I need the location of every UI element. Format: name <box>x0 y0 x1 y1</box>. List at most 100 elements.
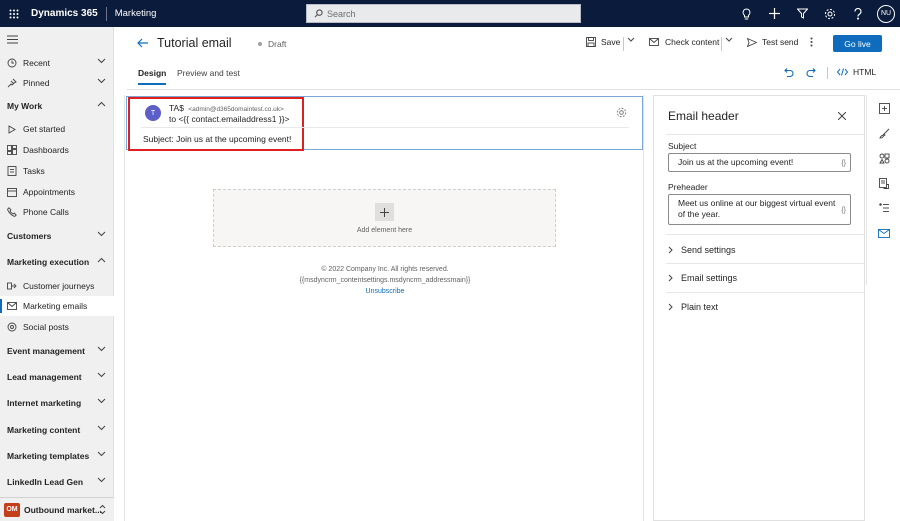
sidebar-group-event-management[interactable]: Event management <box>0 341 114 361</box>
tab-preview-and-test[interactable]: Preview and test <box>177 68 240 78</box>
hamburger-icon[interactable] <box>7 35 18 44</box>
sidebar-hamburger[interactable] <box>0 29 114 49</box>
tasks-icon <box>7 166 17 176</box>
close-icon[interactable] <box>838 112 846 120</box>
personalize-icon[interactable]: {} <box>841 158 846 169</box>
chevron-down-icon[interactable] <box>97 58 106 64</box>
sidebar-item-tasks[interactable]: Tasks <box>0 161 114 181</box>
plain-text-expander[interactable]: Plain text <box>668 302 718 312</box>
panel-divider <box>666 263 864 264</box>
save-dropdown[interactable] <box>627 37 640 42</box>
personalize-icon[interactable]: {} <box>841 205 846 216</box>
sidebar-group-label: Customers <box>7 231 52 241</box>
sidebar-item-pinned[interactable]: Pinned <box>0 73 114 93</box>
sidebar-group-my-work[interactable]: My Work <box>0 96 114 116</box>
tab-design[interactable]: Design <box>138 68 167 85</box>
chevron-down-icon[interactable] <box>97 477 106 483</box>
check-content-button[interactable]: Check content <box>649 37 719 47</box>
test-send-button[interactable]: Test send <box>747 37 798 47</box>
chevron-down-icon[interactable] <box>97 372 106 378</box>
chevron-down-icon[interactable] <box>97 398 106 404</box>
sidebar-item-label: Dashboards <box>23 145 69 155</box>
elements-icon[interactable] <box>877 151 891 165</box>
gear-icon[interactable] <box>616 107 627 118</box>
lightbulb-icon[interactable] <box>732 0 760 27</box>
more-options-icon[interactable] <box>810 37 818 47</box>
chevron-up-icon[interactable] <box>97 101 106 107</box>
sidebar-group-marketing-content[interactable]: Marketing content <box>0 420 114 440</box>
send-settings-expander[interactable]: Send settings <box>668 245 736 255</box>
sidebar-item-appointments[interactable]: Appointments <box>0 182 114 202</box>
go-live-button[interactable]: Go live <box>833 35 882 52</box>
undo-icon[interactable] <box>783 67 794 78</box>
sidebar-item-dashboards[interactable]: Dashboards <box>0 140 114 160</box>
sidebar-item-phone-calls[interactable]: Phone Calls <box>0 202 114 222</box>
brush-icon[interactable] <box>877 126 891 140</box>
search-placeholder: Search <box>327 8 356 19</box>
sidebar-item-customer-journeys[interactable]: Customer journeys <box>0 276 114 296</box>
sidebar-group-lead-management[interactable]: Lead management <box>0 367 114 387</box>
redo-icon[interactable] <box>806 67 817 78</box>
preheader-textarea[interactable]: Meet us online at our biggest virtual ev… <box>668 194 851 225</box>
mail-icon <box>7 301 17 311</box>
save-icon <box>586 37 601 47</box>
app-name[interactable]: Marketing <box>107 8 157 19</box>
plus-icon[interactable] <box>760 0 788 27</box>
sidebar-item-get-started[interactable]: Get started <box>0 119 114 139</box>
check-content-label: Check content <box>665 37 720 47</box>
user-avatar[interactable]: NU <box>877 4 895 23</box>
subject-input[interactable]: Join us at the upcoming event! {} <box>668 153 851 172</box>
calendar-icon <box>7 187 17 197</box>
sidebar-group-linkedin-lead-gen[interactable]: LinkedIn Lead Gen <box>0 472 114 492</box>
chevron-up-icon[interactable] <box>97 257 106 263</box>
code-icon <box>837 68 853 76</box>
search-input[interactable]: Search <box>306 4 581 23</box>
command-bar: Tutorial email Draft Save Check content … <box>115 27 900 61</box>
chevron-down-icon[interactable] <box>97 451 106 457</box>
email-settings-expander[interactable]: Email settings <box>668 273 737 283</box>
html-button[interactable]: HTML <box>837 67 876 77</box>
list-settings-icon[interactable] <box>877 201 891 215</box>
chevron-down-icon <box>725 37 738 42</box>
check-content-dropdown[interactable] <box>725 37 738 42</box>
sidebar-item-recent[interactable]: Recent <box>0 53 114 73</box>
sidebar-group-marketing-templates[interactable]: Marketing templates <box>0 446 114 466</box>
add-element-dropzone[interactable]: Add element here <box>213 189 556 247</box>
sidebar-item-marketing-emails[interactable]: Marketing emails <box>0 296 114 316</box>
area-switcher[interactable]: OM Outbound market... <box>0 497 114 521</box>
brand-name[interactable]: Dynamics 365 <box>27 8 106 19</box>
add-block-icon[interactable] <box>877 101 891 115</box>
sidebar-group-label: My Work <box>7 101 43 111</box>
chevron-down-icon[interactable] <box>97 425 106 431</box>
page-title: Tutorial email <box>157 36 232 50</box>
sidebar-item-label: Phone Calls <box>23 207 69 217</box>
gear-icon[interactable] <box>816 0 844 27</box>
chevron-right-icon <box>668 246 681 254</box>
sidebar-group-internet-marketing[interactable]: Internet marketing <box>0 393 114 413</box>
back-arrow-icon[interactable] <box>137 38 148 48</box>
plus-icon[interactable] <box>375 203 394 221</box>
area-badge: OM <box>4 502 20 517</box>
panel-title: Email header <box>668 109 739 123</box>
filter-icon[interactable] <box>788 0 816 27</box>
play-icon <box>7 124 17 134</box>
email-header-icon[interactable] <box>877 226 891 240</box>
panel-divider <box>666 234 864 235</box>
chevron-down-icon[interactable] <box>97 231 106 237</box>
document-icon[interactable] <box>877 176 891 190</box>
save-button[interactable]: Save <box>586 37 620 47</box>
email-header-block[interactable]: T TA$ <admin@d365domaintest.co.uk> to <{… <box>126 96 643 151</box>
sidebar-group-marketing-execution[interactable]: Marketing execution <box>0 252 114 272</box>
chevron-updown-icon[interactable] <box>99 504 106 515</box>
status-badge: Draft <box>258 39 286 49</box>
sidebar-item-social-posts[interactable]: Social posts <box>0 317 114 337</box>
unsubscribe-link[interactable]: Unsubscribe <box>125 288 645 295</box>
help-icon[interactable] <box>844 0 872 27</box>
chevron-down-icon[interactable] <box>97 346 106 352</box>
app-launcher-icon[interactable] <box>0 0 27 27</box>
sidebar-group-customers[interactable]: Customers <box>0 226 114 246</box>
journey-icon <box>7 281 17 291</box>
chevron-down-icon[interactable] <box>97 78 106 84</box>
subject-field-label: Subject <box>668 141 697 151</box>
sidebar-item-label: Customer journeys <box>23 281 95 291</box>
